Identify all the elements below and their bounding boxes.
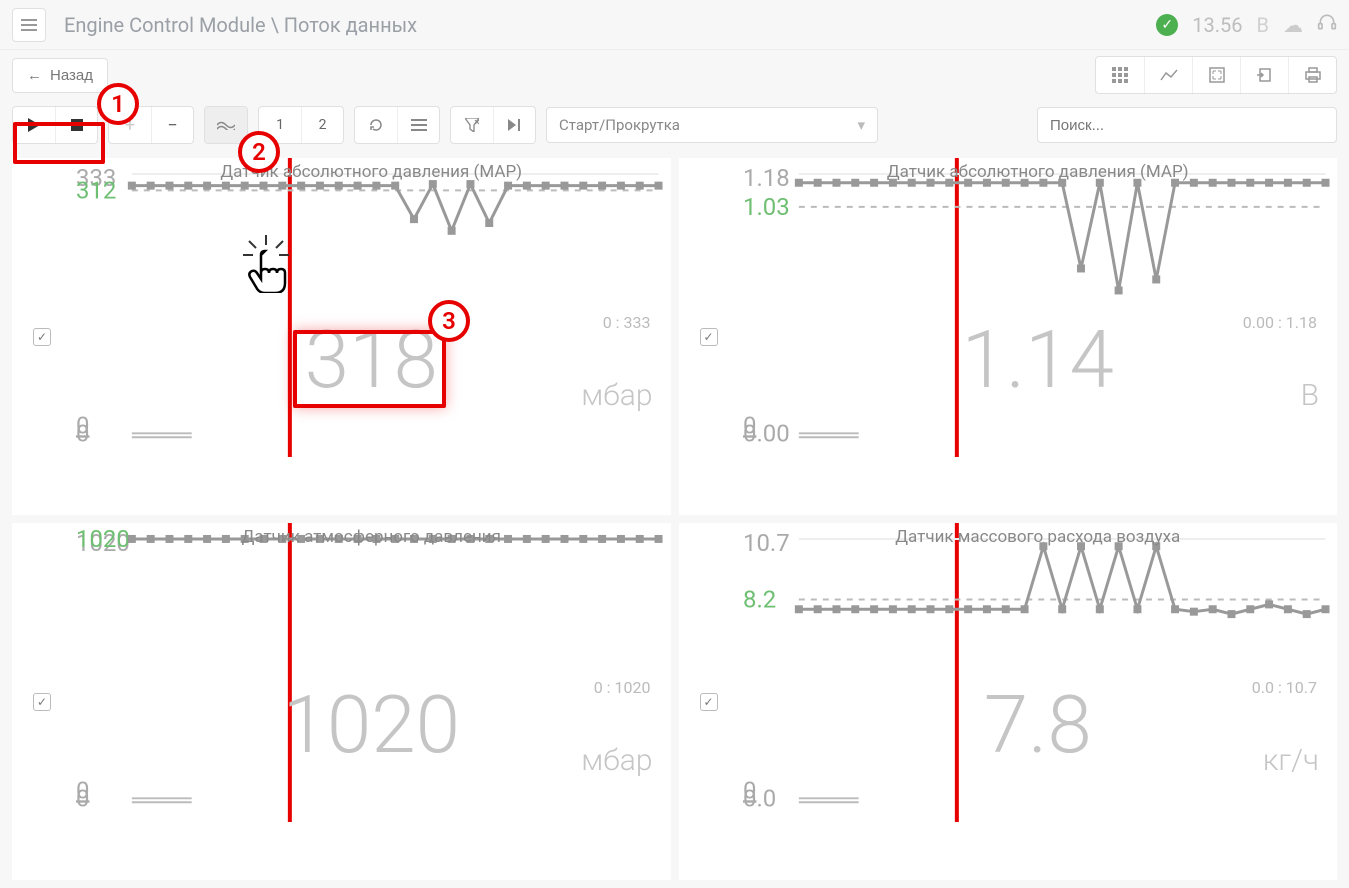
- svg-text:1.18: 1.18: [742, 164, 789, 192]
- export-icon: [1257, 67, 1273, 83]
- filter-button[interactable]: [451, 107, 493, 143]
- headset-icon[interactable]: [1317, 12, 1337, 37]
- skip-button[interactable]: [493, 107, 535, 143]
- chart-pane-2: ✓ Датчик атмосферного давления 102010200…: [12, 523, 671, 880]
- wave-button[interactable]: [205, 107, 247, 143]
- columns-2-button[interactable]: 2: [301, 107, 343, 143]
- top-bar: Engine Control Module \ Поток данных ✓ 1…: [0, 0, 1349, 50]
- chart-body[interactable]: Датчик массового расхода воздуха 10.78.2…: [739, 523, 1338, 880]
- pane-checkbox[interactable]: ✓: [700, 693, 718, 711]
- mode-dropdown[interactable]: Старт/Прокрутка ▾: [546, 107, 878, 143]
- layout-group: [354, 106, 440, 144]
- callout-1: 1: [97, 83, 139, 125]
- svg-text:8.2: 8.2: [742, 586, 775, 614]
- charts-grid: ✓ Датчик абсолютного давления (MAP) 3333…: [0, 150, 1349, 888]
- arrow-left-icon: ←: [27, 67, 42, 84]
- chart-unit: кг/ч: [1263, 743, 1319, 778]
- status-ok-icon: ✓: [1156, 14, 1178, 36]
- fullscreen-icon: [1209, 67, 1225, 83]
- chart-unit: мбар: [581, 743, 652, 778]
- print-icon: [1304, 67, 1322, 83]
- view-grid-button[interactable]: [1096, 57, 1144, 93]
- back-button-label: Назад: [50, 67, 93, 84]
- chart-body[interactable]: Датчик атмосферного давления 1020102000 …: [72, 523, 671, 880]
- line-chart-icon: [1160, 68, 1178, 82]
- view-line-button[interactable]: [1144, 57, 1192, 93]
- svg-text:0: 0: [742, 411, 755, 439]
- chart-big-value: 1020: [283, 678, 461, 772]
- back-button[interactable]: ← Назад: [12, 58, 108, 93]
- breadcrumb-section[interactable]: Поток данных: [284, 13, 417, 37]
- chart-svg: 1.181.030.000: [739, 158, 1338, 457]
- toolbar: + − 1 2 Старт/Прокрутка ▾: [0, 100, 1349, 150]
- skip-icon: [508, 119, 522, 131]
- refresh-button[interactable]: [355, 107, 397, 143]
- hamburger-button[interactable]: [12, 8, 46, 42]
- chart-big-value: 1.14: [962, 313, 1114, 407]
- view-mode-group: [1095, 56, 1337, 94]
- view-print-button[interactable]: [1288, 57, 1336, 93]
- voltage-unit: B: [1257, 13, 1269, 37]
- svg-text:10.7: 10.7: [742, 529, 789, 557]
- chart-range: 0 : 1020: [594, 678, 651, 697]
- svg-text:0: 0: [76, 411, 89, 439]
- svg-text:1020: 1020: [76, 525, 130, 553]
- chart-range: 0.0 : 10.7: [1252, 678, 1317, 697]
- filter-icon: [465, 118, 479, 132]
- voltage-value: 13.56: [1192, 13, 1242, 37]
- chart-body[interactable]: Датчик абсолютного давления (MAP) 1.181.…: [739, 158, 1338, 515]
- chevron-down-icon: ▾: [857, 116, 865, 134]
- chart-svg: 10.78.20.00: [739, 523, 1338, 822]
- chart-pane-3: ✓ Датчик массового расхода воздуха 10.78…: [679, 523, 1338, 880]
- breadcrumb: Engine Control Module \ Поток данных: [64, 13, 417, 37]
- pane-checkbox[interactable]: ✓: [33, 328, 51, 346]
- list-icon: [411, 119, 427, 131]
- cloud-icon[interactable]: ☁: [1283, 13, 1303, 37]
- view-export-button[interactable]: [1240, 57, 1288, 93]
- mode-dropdown-label: Старт/Прокрутка: [559, 116, 680, 134]
- breadcrumb-ecu[interactable]: Engine Control Module: [64, 13, 266, 37]
- callout-box-1: [13, 122, 105, 164]
- chart-big-value: 7.8: [984, 678, 1092, 772]
- svg-text:312: 312: [76, 176, 116, 204]
- svg-text:0: 0: [76, 776, 89, 804]
- list-button[interactable]: [397, 107, 439, 143]
- zoom-out-button[interactable]: −: [151, 107, 193, 143]
- search-input[interactable]: [1037, 107, 1337, 143]
- chart-pane-1: ✓ Датчик абсолютного давления (MAP) 1.18…: [679, 158, 1338, 515]
- second-bar: ← Назад: [0, 50, 1349, 100]
- pane-checkbox[interactable]: ✓: [33, 693, 51, 711]
- callout-2: 2: [238, 131, 280, 173]
- chart-range: 0 : 333: [603, 313, 651, 332]
- callout-box-3: [293, 330, 446, 408]
- chart-unit: мбар: [581, 378, 652, 413]
- chart-range: 0.00 : 1.18: [1243, 313, 1317, 332]
- chart-unit: B: [1301, 378, 1319, 413]
- svg-text:0: 0: [742, 776, 755, 804]
- view-fullscreen-button[interactable]: [1192, 57, 1240, 93]
- wave-icon: [217, 120, 235, 130]
- callout-3: 3: [428, 300, 470, 342]
- refresh-icon: [368, 117, 384, 133]
- top-right: ✓ 13.56 B ☁: [1156, 12, 1337, 37]
- filter-group: [450, 106, 536, 144]
- pane-checkbox[interactable]: ✓: [700, 328, 718, 346]
- svg-text:1.03: 1.03: [742, 193, 789, 221]
- hamburger-icon: [21, 19, 37, 31]
- grid-icon: [1112, 67, 1128, 83]
